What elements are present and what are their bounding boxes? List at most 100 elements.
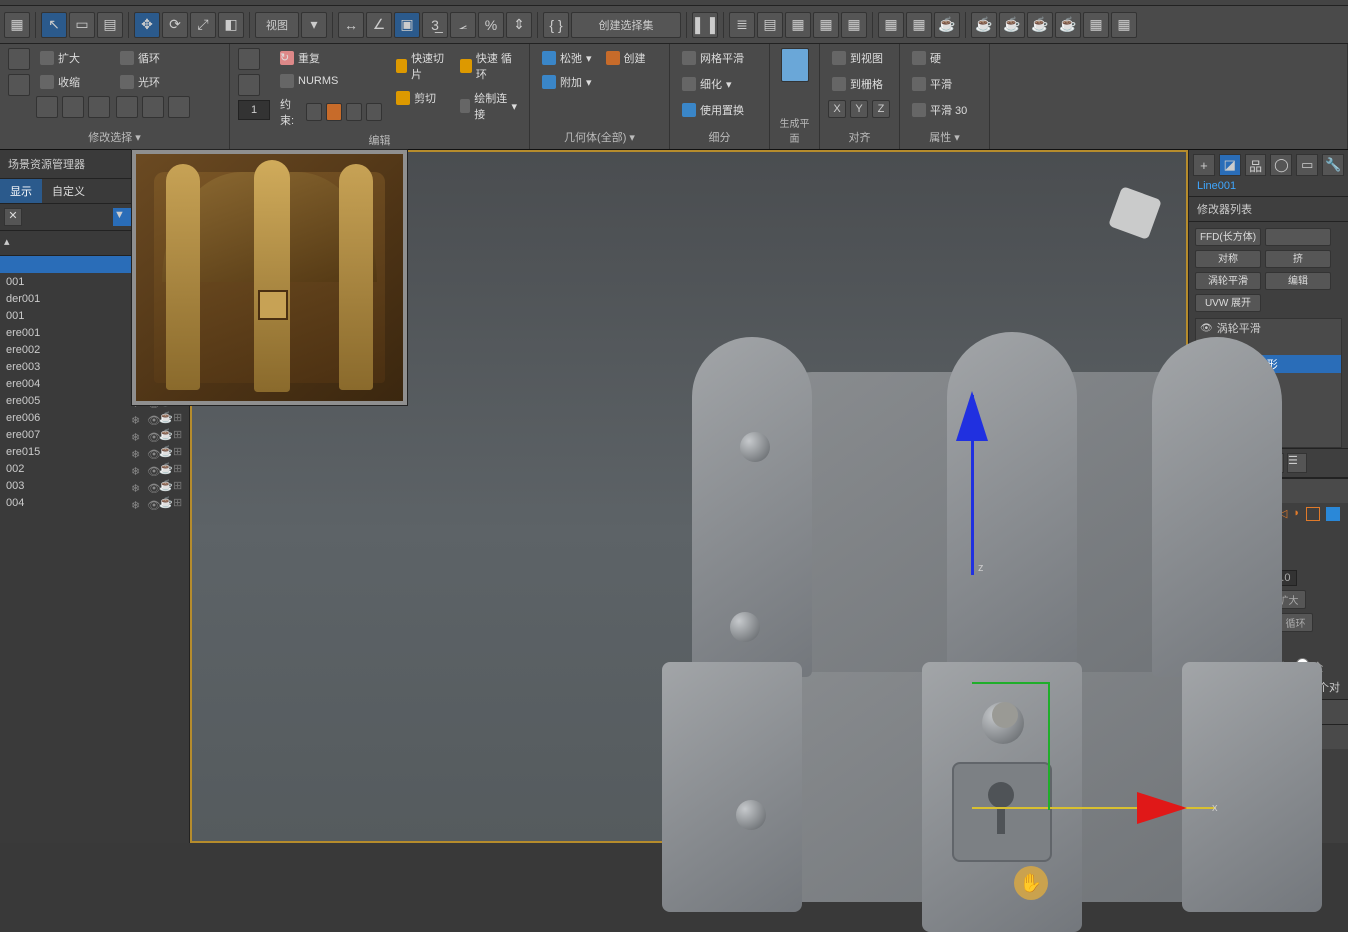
sub4-icon[interactable] [116, 96, 138, 118]
align-z-button[interactable]: Z [872, 100, 890, 118]
schematic-icon[interactable]: ▦ [813, 12, 839, 38]
modifier-button[interactable]: 对称 [1195, 250, 1261, 268]
modifier-button[interactable]: FFD(长方体) [1195, 228, 1261, 246]
sub1-icon[interactable] [36, 96, 58, 118]
layer-icon[interactable]: ▤ [757, 12, 783, 38]
coord-icon[interactable]: ▾ [301, 12, 327, 38]
list-item[interactable]: ere006❄👁☕⊞ [0, 409, 189, 426]
teapot4-icon[interactable]: ☕ [1055, 12, 1081, 38]
list-item[interactable]: 002❄👁☕⊞ [0, 460, 189, 477]
named-sel-icon[interactable]: { } [543, 12, 569, 38]
mirror-icon[interactable]: ▌▐ [692, 12, 718, 38]
spinner-snap-icon[interactable]: ⇕ [506, 12, 532, 38]
smooth-button[interactable]: 平滑 [908, 74, 956, 94]
tool-icon[interactable]: ▦ [4, 12, 30, 38]
smooth30-button[interactable]: 平滑 30 [908, 100, 971, 120]
create-button[interactable]: 创建 [602, 48, 650, 68]
swift1-icon[interactable] [238, 48, 260, 70]
tab-motion-icon[interactable]: ◯ [1270, 154, 1292, 176]
sub6-icon[interactable] [168, 96, 190, 118]
hard-button[interactable]: 硬 [908, 48, 945, 68]
tab-utilities-icon[interactable]: 🔧 [1322, 154, 1344, 176]
quickslice-button[interactable]: 快速切片 [392, 48, 450, 84]
modifier-button[interactable]: 挤 [1265, 250, 1331, 268]
cut-button[interactable]: 剪切 [392, 88, 450, 108]
extra2-icon[interactable]: ▦ [1111, 12, 1137, 38]
list-item[interactable]: 004❄👁☕⊞ [0, 494, 189, 511]
repeat-button[interactable]: ↻重复 [276, 48, 386, 68]
tab-create-icon[interactable]: + [1193, 154, 1215, 176]
object-name[interactable]: Line001 [1189, 176, 1348, 197]
extra1-icon[interactable]: ▦ [1083, 12, 1109, 38]
tab-hierarchy-icon[interactable]: 品 [1245, 154, 1267, 176]
curve-editor-icon[interactable]: ▦ [785, 12, 811, 38]
percent-snap-icon[interactable]: % [478, 12, 504, 38]
modifier-button[interactable]: 涡轮平滑 [1195, 272, 1261, 290]
attach-button[interactable]: 附加 ▾ [538, 72, 596, 92]
select-filter-icon[interactable]: ▤ [97, 12, 123, 38]
select-icon[interactable]: ↖ [41, 12, 67, 38]
usedisp-button[interactable]: 使用置换 [678, 100, 748, 120]
shrink-button[interactable]: 收缩 [36, 72, 110, 92]
snap-toggle-icon[interactable]: ▣ [394, 12, 420, 38]
sub2-icon[interactable] [62, 96, 84, 118]
placement-icon[interactable]: ◧ [218, 12, 244, 38]
move-icon[interactable]: ✥ [134, 12, 160, 38]
rotate-icon[interactable]: ⟳ [162, 12, 188, 38]
loop-button[interactable]: 循环 [116, 48, 190, 68]
viewcube[interactable] [1108, 186, 1162, 240]
filter-icon[interactable]: ▼ [113, 208, 131, 226]
ring-button[interactable]: 光环 [116, 72, 190, 92]
modifier-button[interactable]: 编辑 [1265, 272, 1331, 290]
list-item[interactable]: ere007❄👁☕⊞ [0, 426, 189, 443]
modifier-list-label[interactable]: 修改器列表 [1189, 197, 1348, 222]
render-setup-icon[interactable]: ▦ [878, 12, 904, 38]
sub3-icon[interactable] [88, 96, 110, 118]
teapot2-icon[interactable]: ☕ [999, 12, 1025, 38]
teapot1-icon[interactable]: ☕ [971, 12, 997, 38]
align-x-button[interactable]: X [828, 100, 846, 118]
subobj-vertex-icon[interactable] [8, 48, 30, 70]
swift2-icon[interactable] [238, 74, 260, 96]
list-item[interactable]: 003❄👁☕⊞ [0, 477, 189, 494]
scale-icon[interactable]: ⤢ [190, 12, 216, 38]
con4-icon[interactable] [366, 103, 382, 121]
reference-image[interactable] [132, 150, 407, 405]
relax-button[interactable]: 松弛 ▾ [538, 48, 596, 68]
create-selection-set[interactable]: 创建选择集 [571, 12, 681, 38]
subobj-edge-icon[interactable] [8, 74, 30, 96]
meshsmooth-button[interactable]: 网格平滑 [678, 48, 748, 68]
quickloop-button[interactable]: 快速 循环 [456, 48, 521, 84]
align-y-button[interactable]: Y [850, 100, 868, 118]
material-icon[interactable]: ▦ [841, 12, 867, 38]
snap3-icon[interactable]: 3̲ [422, 12, 448, 38]
angle-snap-icon[interactable]: ⦟ [450, 12, 476, 38]
con1-icon[interactable] [306, 103, 322, 121]
tab-modify-icon[interactable]: ◪ [1219, 154, 1241, 176]
snap-move-icon[interactable]: ↔ [338, 12, 364, 38]
modifier-button[interactable]: UVW 展开 [1195, 294, 1261, 312]
subobj-element-icon[interactable] [1326, 507, 1340, 521]
tab-select[interactable]: 显示 [0, 179, 42, 203]
align-icon[interactable]: ≣ [729, 12, 755, 38]
grow-button[interactable]: 扩大 [36, 48, 110, 68]
sub5-icon[interactable] [142, 96, 164, 118]
tessellate-button[interactable]: 细化 ▾ [678, 74, 736, 94]
transform-gizmo[interactable]: x z [972, 602, 973, 603]
makeplanar-icon[interactable] [781, 48, 809, 82]
toview-button[interactable]: 到视图 [828, 48, 887, 68]
con2-icon[interactable] [326, 103, 342, 121]
close-icon[interactable]: ✕ [4, 208, 22, 226]
render-frame-icon[interactable]: ▦ [906, 12, 932, 38]
tab-display-icon[interactable]: ▭ [1296, 154, 1318, 176]
teapot3-icon[interactable]: ☕ [1027, 12, 1053, 38]
togrid-button[interactable]: 到栅格 [828, 74, 887, 94]
con3-icon[interactable] [346, 103, 362, 121]
list-item[interactable]: ere015❄👁☕⊞ [0, 443, 189, 460]
select-region-icon[interactable]: ▭ [69, 12, 95, 38]
nurms-button[interactable]: NURMS [276, 72, 386, 90]
viewport-dropdown[interactable]: 视图 [255, 12, 299, 38]
snap-angle-icon[interactable]: ∠ [366, 12, 392, 38]
render-icon[interactable]: ☕ [934, 12, 960, 38]
viewport[interactable]: x z ✋ [190, 150, 1188, 843]
